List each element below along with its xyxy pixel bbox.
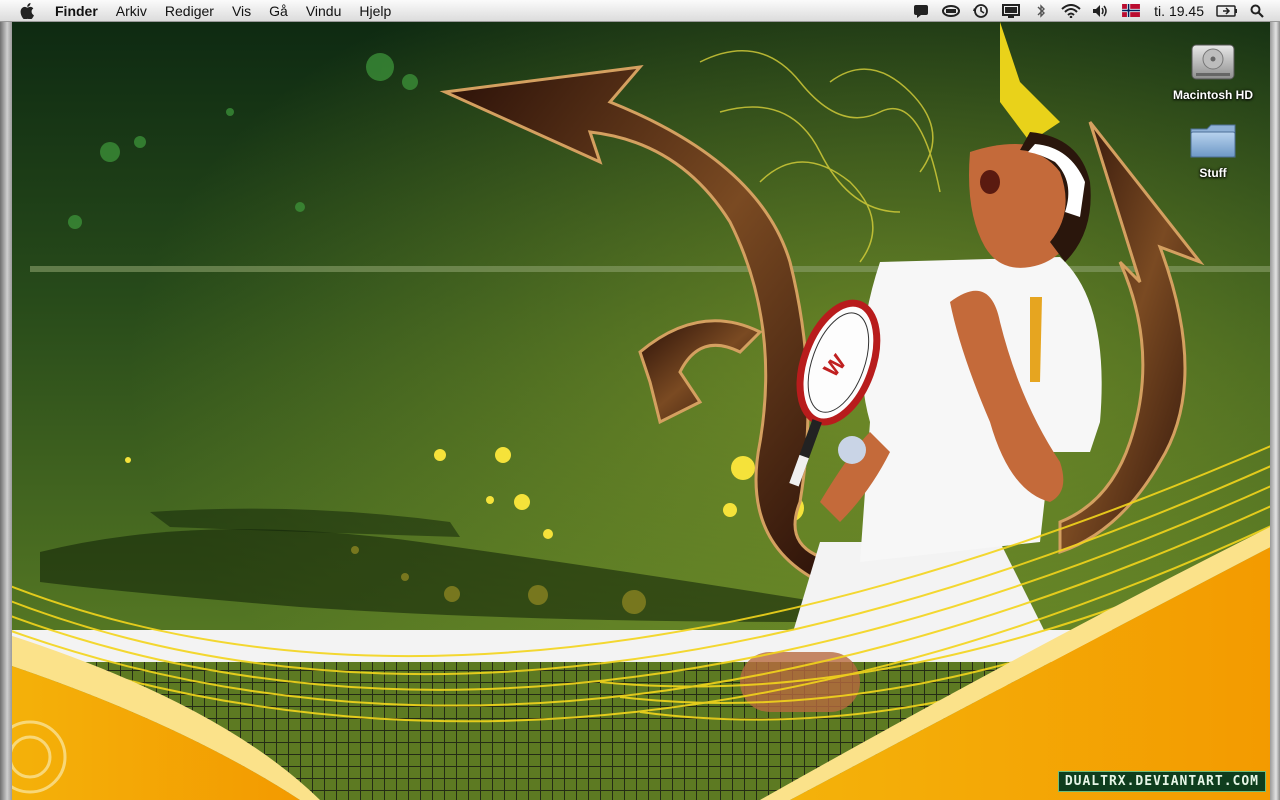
time-machine-icon[interactable] xyxy=(970,0,992,22)
menu-vis[interactable]: Vis xyxy=(223,0,260,22)
bluetooth-icon[interactable] xyxy=(1030,0,1052,22)
desktop-icon-label: Macintosh HD xyxy=(1172,88,1253,102)
wifi-icon[interactable] xyxy=(1060,0,1082,22)
wallpaper-watermark: DUALTRX.DEVIANTART.COM xyxy=(1057,771,1266,792)
mac-desktop-screen: Finder Arkiv Rediger Vis Gå Vindu Hjelp xyxy=(0,0,1280,800)
desktop-icon-stuff[interactable]: Stuff xyxy=(1158,118,1268,180)
desktop[interactable]: W Macintosh HD Stuff DUALTRX.DEVIANTART.… xyxy=(0,22,1280,800)
menu-clock[interactable]: ti. 19.45 xyxy=(1146,0,1212,22)
menu-hjelp[interactable]: Hjelp xyxy=(350,0,400,22)
speech-icon[interactable] xyxy=(910,0,932,22)
battery-icon[interactable] xyxy=(1216,0,1238,22)
menu-rediger[interactable]: Rediger xyxy=(156,0,223,22)
tennis-wallpaper: W xyxy=(0,22,1280,800)
menu-ga[interactable]: Gå xyxy=(260,0,297,22)
keychain-icon[interactable] xyxy=(940,0,962,22)
norwegian-flag-icon[interactable] xyxy=(1120,0,1142,22)
menu-bar-left: Finder Arkiv Rediger Vis Gå Vindu Hjelp xyxy=(0,0,400,22)
desktop-icon-label: Stuff xyxy=(1199,166,1227,180)
menu-bar: Finder Arkiv Rediger Vis Gå Vindu Hjelp xyxy=(0,0,1280,22)
right-window-edge xyxy=(1270,22,1280,800)
left-window-edge xyxy=(0,22,12,800)
menu-arkiv[interactable]: Arkiv xyxy=(107,0,156,22)
apple-icon[interactable] xyxy=(18,0,36,22)
hard-drive-icon xyxy=(1188,40,1238,86)
display-icon[interactable] xyxy=(1000,0,1022,22)
desktop-icon-macintosh-hd[interactable]: Macintosh HD xyxy=(1158,40,1268,102)
folder-icon xyxy=(1188,118,1238,164)
menu-finder[interactable]: Finder xyxy=(46,0,107,22)
menu-extras: ti. 19.45 xyxy=(906,0,1280,22)
menu-vindu[interactable]: Vindu xyxy=(297,0,351,22)
spotlight-search-icon[interactable] xyxy=(1246,0,1268,22)
volume-icon[interactable] xyxy=(1090,0,1112,22)
